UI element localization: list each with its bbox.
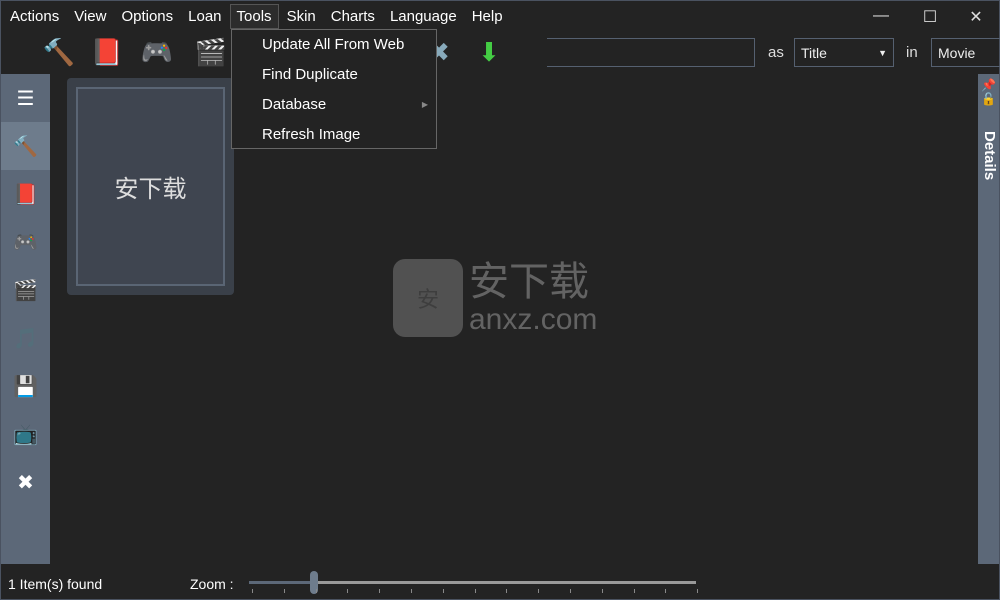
zoom-tick [506,589,508,593]
watermark-url: anxz.com [469,303,598,336]
hamburger-icon[interactable]: ☰ [1,74,50,122]
zoom-tick [347,589,349,593]
details-label[interactable]: Details [981,131,998,180]
sidebar-item-movies[interactable]: 🎬 [1,266,50,314]
as-label: as [768,44,784,61]
sidebar-item-tools[interactable]: 🔨 [1,122,50,170]
sidebar-item-games[interactable]: 🎮 [1,218,50,266]
menu-help[interactable]: Help [465,4,510,29]
sidebar-item-tv[interactable]: 📺 [1,410,50,458]
sidebar-item-other[interactable]: ✖ [1,458,50,506]
zoom-tick [283,589,285,593]
sidebar-item-books[interactable]: 📕 [1,170,50,218]
menu-loan[interactable]: Loan [181,4,228,29]
category-select[interactable]: Movie [931,38,1000,67]
items-found: 1 Item(s) found [8,576,103,592]
category-value: Movie [938,45,976,61]
download-icon[interactable]: ⬇ [471,34,507,70]
chevron-right-icon: ▶ [421,100,428,109]
search-field-select[interactable]: Title ▼ [794,38,894,67]
menu-view[interactable]: View [67,4,113,29]
menu-tools[interactable]: Tools [229,3,279,29]
chevron-down-icon: ▼ [878,48,887,58]
menu-item-database[interactable]: Database ▶ [232,90,436,120]
zoom-tick [411,589,412,593]
zoom-tick [379,589,381,593]
menu-actions[interactable]: Actions [3,4,66,29]
in-label: in [906,44,918,61]
menu-item-refresh-image[interactable]: Refresh Image [232,120,436,150]
zoom-tick [252,589,253,593]
maximize-button[interactable]: ☐ [915,7,945,27]
zoom-tick [442,589,444,593]
zoom-slider-thumb[interactable] [309,571,318,594]
watermark-cn: 安下载 [469,260,589,304]
minimize-button[interactable]: — [866,7,896,27]
zoom-tick [633,589,635,593]
lock-icon[interactable]: 🔓 [978,92,999,106]
watermark-logo: 安 安下载 anxz.com [393,259,597,337]
zoom-tick [474,589,476,593]
search-input[interactable] [547,38,755,67]
menu-bar: Actions View Options Loan Tools Skin Cha… [1,1,511,31]
zoom-tick [697,589,699,593]
database-label: Database [262,96,327,113]
add-tool-icon[interactable]: 🔨 [41,34,77,70]
menu-language[interactable]: Language [383,4,464,29]
zoom-tick [665,589,667,593]
zoom-label: Zoom : [190,576,234,592]
tools-dropdown: Update All From Web Find Duplicate Datab… [231,29,437,149]
add-game-icon[interactable]: 🎮 [139,34,175,70]
sidebar: ☰ 🔨 📕 🎮 🎬 🎵 💾 📺 ✖ [1,74,50,564]
add-movie-icon[interactable]: 🎬 [193,34,229,70]
item-cover: 安下载 [76,87,225,286]
sidebar-item-music[interactable]: 🎵 [1,314,50,362]
pin-icon[interactable]: 📌 [978,78,999,92]
menu-item-find-duplicate[interactable]: Find Duplicate [232,60,436,90]
zoom-tick [570,589,571,593]
zoom-tick [315,589,317,593]
close-button[interactable]: ✕ [961,7,991,27]
search-field-value: Title [801,45,827,61]
zoom-tick [601,589,603,593]
item-card[interactable]: 安下载 [67,78,234,295]
menu-charts[interactable]: Charts [324,4,382,29]
shopping-bag-icon: 安 [393,259,463,337]
menu-options[interactable]: Options [114,4,180,29]
menu-item-update-all[interactable]: Update All From Web [232,30,436,60]
menu-skin[interactable]: Skin [280,4,323,29]
sidebar-item-software[interactable]: 💾 [1,362,50,410]
zoom-tick [538,589,540,593]
add-book-icon[interactable]: 📕 [89,34,125,70]
